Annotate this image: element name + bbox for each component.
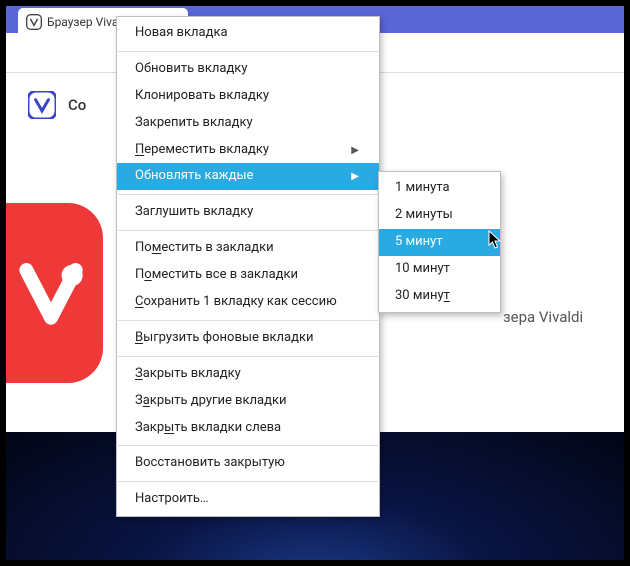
header-text: Co xyxy=(68,96,86,114)
menu-separator xyxy=(118,230,378,231)
menu-close-others[interactable]: Закрыть другие вкладки xyxy=(117,388,379,415)
vivaldi-icon xyxy=(26,14,42,30)
vivaldi-logo-small xyxy=(28,91,56,119)
menu-clone-tab[interactable]: Клонировать вкладку xyxy=(117,83,379,110)
menu-unload-bg[interactable]: Выгрузить фоновые вкладки xyxy=(117,325,379,352)
menu-reload-tab[interactable]: Обновить вкладку xyxy=(117,56,379,83)
chevron-right-icon: ▶ xyxy=(351,144,359,157)
menu-pin-tab[interactable]: Закрепить вкладку xyxy=(117,110,379,137)
submenu-1min[interactable]: 1 минута xyxy=(379,175,500,202)
submenu-30min[interactable]: 30 минут xyxy=(379,283,500,310)
menu-refresh-every[interactable]: Обновлять каждые▶ xyxy=(117,163,379,190)
menu-separator xyxy=(118,356,378,357)
tagline-text: зера Vivaldi xyxy=(503,308,583,326)
vivaldi-app-logo xyxy=(6,203,103,383)
menu-bookmark-all[interactable]: Поместить все в закладки xyxy=(117,262,379,289)
menu-new-tab[interactable]: Новая вкладка xyxy=(117,20,379,47)
menu-reopen-closed[interactable]: Восстановить закрытую xyxy=(117,450,379,477)
menu-mute-tab[interactable]: Заглушить вкладку xyxy=(117,199,379,226)
menu-separator xyxy=(118,481,378,482)
menu-close-left[interactable]: Закрыть вкладки слева xyxy=(117,415,379,442)
refresh-interval-submenu: 1 минута 2 минуты 5 минут 10 минут 30 ми… xyxy=(378,171,501,313)
submenu-10min[interactable]: 10 минут xyxy=(379,256,500,283)
submenu-5min[interactable]: 5 минут xyxy=(379,229,500,256)
menu-separator xyxy=(118,445,378,446)
menu-separator xyxy=(118,320,378,321)
menu-configure[interactable]: Настроить… xyxy=(117,486,379,513)
menu-separator xyxy=(118,194,378,195)
menu-bookmark-tab[interactable]: Поместить в закладки xyxy=(117,235,379,262)
menu-close-tab[interactable]: Закрыть вкладку xyxy=(117,361,379,388)
tab-context-menu: Новая вкладка Обновить вкладку Клонирова… xyxy=(116,16,380,517)
submenu-2min[interactable]: 2 минуты xyxy=(379,202,500,229)
menu-separator xyxy=(118,51,378,52)
chevron-right-icon: ▶ xyxy=(351,170,359,183)
menu-move-tab[interactable]: Переместить вкладку▶ xyxy=(117,137,379,164)
menu-save-session[interactable]: Сохранить 1 вкладку как сессию xyxy=(117,289,379,316)
